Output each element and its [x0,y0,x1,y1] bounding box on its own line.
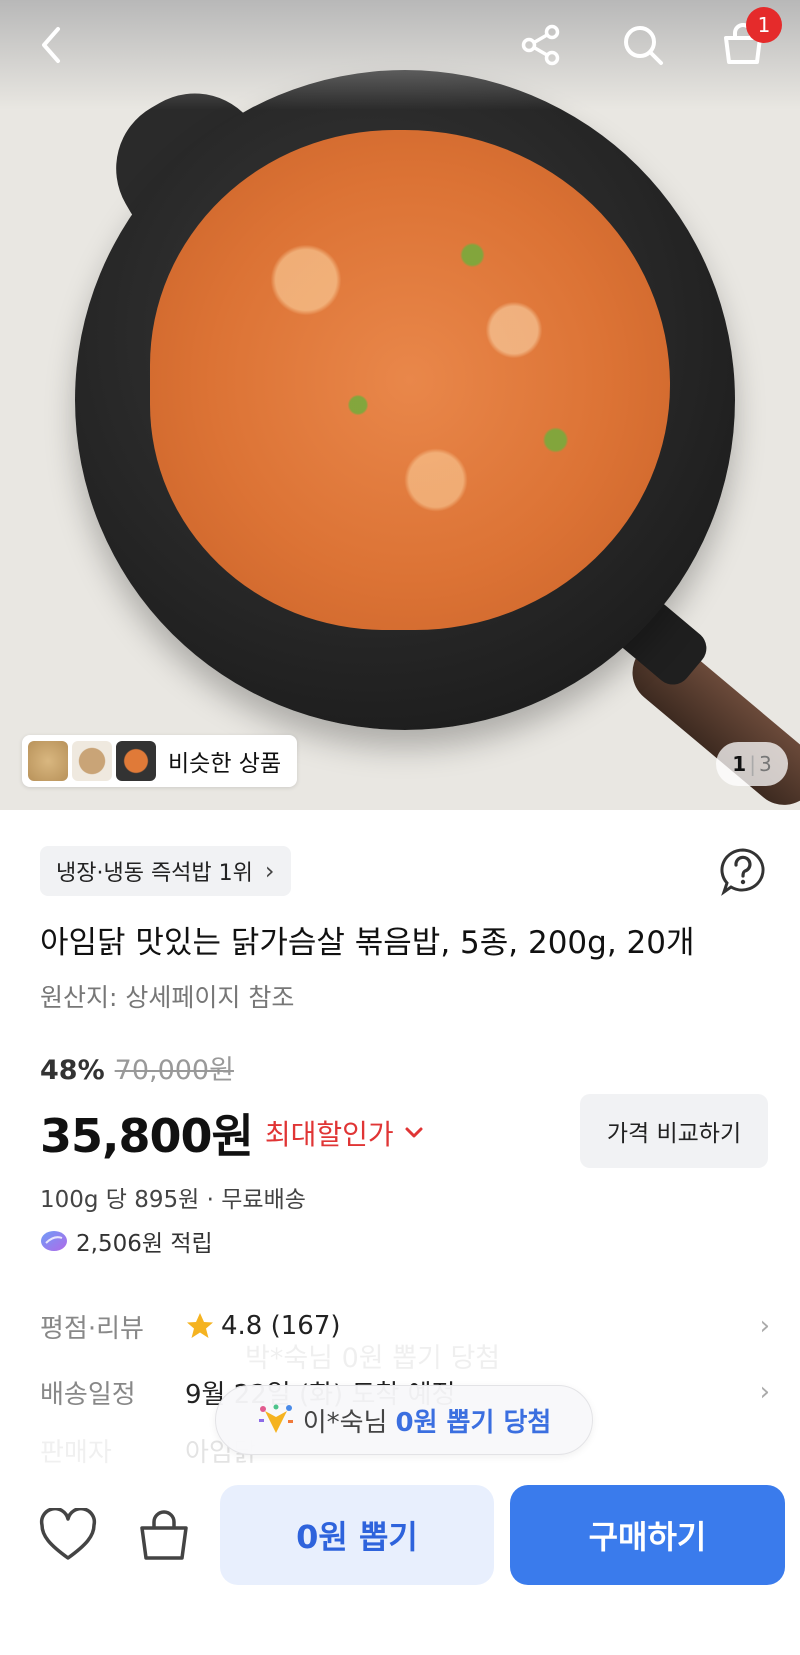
page-separator: | [749,752,756,776]
origin-info: 원산지: 상세페이지 참조 [40,983,295,1012]
similar-products-label: 비슷한 상품 [168,751,282,777]
unit-price-shipping: 100g 당 895원 · 무료배송 [40,1187,306,1213]
discount-rate: 48% [40,1055,105,1086]
confetti-icon [258,1404,293,1433]
image-page-indicator: 1 | 3 [716,742,788,786]
discount-row: 48% 70,000원 [40,1048,234,1087]
toast-win-text: 0원 뽑기 당첨 [395,1407,552,1438]
previous-toast-ghost: 박*숙님 0원 뽑기 당첨 [245,1343,501,1374]
product-title: 아임닭 맛있는 닭가슴살 볶음밥, 5종, 200g, 20개 [40,925,695,961]
cart-count-badge: 1 [746,7,782,43]
price-compare-button[interactable]: 가격 비교하기 [580,1094,768,1168]
back-button[interactable] [26,20,76,70]
star-icon [187,1313,213,1338]
page-total: 3 [758,752,772,776]
similar-thumb-1 [28,741,68,781]
category-rank-chip[interactable]: 냉장·냉동 즉석밥 1위 › [40,846,291,896]
product-image-carousel[interactable]: 비슷한 상품 1 | 3 [0,0,800,810]
search-button[interactable] [618,20,668,70]
zero-won-draw-button[interactable]: 0원 뽑기 [220,1485,494,1585]
similar-products-button[interactable]: 비슷한 상품 [22,735,298,787]
toast-name: 이*숙님 [302,1407,388,1438]
points-row: 2,506원 적립 [40,1224,213,1258]
search-icon [624,26,663,65]
chevron-down-icon [405,1127,423,1138]
buy-button[interactable]: 구매하기 [510,1485,785,1585]
shipping-key: 배송일정 [40,1379,136,1410]
share-button[interactable] [516,20,566,70]
draw-winner-toast: 이*숙님 0원 뽑기 당첨 [215,1385,593,1455]
max-discount-label: 최대할인가 [264,1118,394,1151]
original-price: 70,000원 [114,1055,234,1086]
similar-thumb-3 [116,741,156,781]
chevron-right-icon: › [759,1311,770,1341]
heart-icon [39,1506,97,1560]
add-to-cart-button[interactable] [134,1508,194,1564]
chevron-right-icon: › [264,857,275,885]
sale-price: 35,800원 [40,1109,254,1163]
max-discount-toggle[interactable]: 최대할인가 [265,1113,424,1153]
chevron-right-icon: › [759,1377,770,1407]
fried-rice-graphic [150,130,670,630]
category-rank-label: 냉장·냉동 즉석밥 1위 [56,861,253,886]
help-button[interactable] [718,846,768,896]
points-icon [41,1231,67,1251]
wishlist-button[interactable] [38,1506,98,1564]
page-current: 1 [732,752,747,776]
back-icon [42,27,60,63]
share-icon [521,24,560,66]
similar-thumb-2 [72,741,112,781]
shopping-bag-icon [140,1510,188,1560]
seller-key: 판매자 [40,1437,112,1468]
top-gradient [0,0,800,110]
points-text: 2,506원 적립 [76,1231,213,1257]
help-icon [720,848,765,896]
review-key: 평점·리뷰 [40,1313,144,1344]
price-row: 35,800원 최대할인가 [40,1100,424,1166]
